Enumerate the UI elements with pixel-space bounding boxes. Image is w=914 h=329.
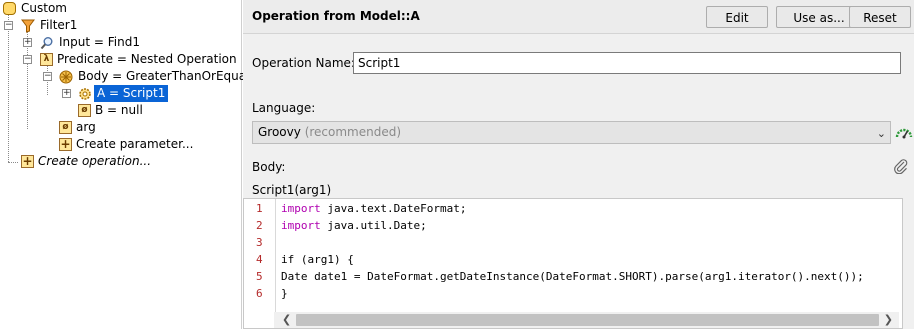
code-line: if (arg1) { — [281, 253, 354, 266]
filter-icon — [21, 19, 35, 33]
line-number: 3 — [256, 236, 263, 249]
line-number: 2 — [256, 219, 263, 232]
tree-guide-line — [8, 162, 18, 163]
tree-label-create-parameter: Create parameter... — [76, 137, 194, 151]
language-label: Language: — [252, 101, 316, 115]
edit-button[interactable]: Edit — [706, 6, 768, 28]
import-keyword: import — [281, 219, 321, 232]
operation-name-label: Operation Name: — [252, 56, 355, 70]
scroll-right-icon[interactable]: ❯ — [884, 312, 893, 328]
panel-header: Operation from Model::A Edit Use as... R… — [243, 0, 914, 34]
operation-name-input[interactable]: Script1 — [353, 52, 901, 74]
horizontal-scrollbar[interactable]: ❮ ❯ — [274, 312, 899, 328]
tree-item-predicate[interactable]: λ Predicate = Nested Operation — [40, 51, 237, 68]
tree-item-custom[interactable]: Custom — [3, 0, 67, 17]
code-text: java.util.Date; — [320, 219, 427, 232]
null-value-icon: ø — [59, 121, 72, 134]
tree-guide-line — [8, 14, 9, 162]
line-number: 5 — [256, 270, 263, 283]
expand-icon[interactable]: + — [62, 89, 71, 98]
collapse-icon[interactable]: − — [23, 55, 32, 64]
code-text: java.text.DateFormat; — [320, 202, 467, 215]
add-icon: + — [59, 137, 72, 151]
chevron-down-icon: ⌄ — [876, 127, 886, 140]
custom-node-icon — [3, 2, 16, 15]
tree-item-body[interactable]: Body = GreaterThanOrEquals1 — [59, 68, 263, 85]
tree-label-b: B = null — [95, 103, 143, 117]
line-number-gutter: 1 2 3 4 5 6 — [252, 199, 276, 312]
tree-label-custom: Custom — [21, 1, 67, 15]
collapse-icon[interactable]: − — [43, 72, 52, 81]
tree-item-arg[interactable]: ø arg — [59, 119, 96, 136]
scrollbar-thumb[interactable] — [296, 314, 879, 326]
operation-icon — [59, 70, 73, 83]
language-recommended-note: (recommended) — [304, 125, 402, 139]
tree-label-arg: arg — [76, 120, 96, 134]
collapse-icon[interactable]: − — [4, 21, 13, 30]
tree-item-b[interactable]: ø B = null — [78, 102, 143, 119]
script-gear-icon — [79, 87, 91, 100]
import-keyword: import — [281, 202, 321, 215]
tree-item-create-parameter[interactable]: + Create parameter... — [59, 136, 193, 153]
tree-item-a[interactable]: A = Script1 — [78, 85, 169, 102]
code-line: import java.text.DateFormat; — [281, 200, 466, 217]
line-number: 1 — [256, 202, 263, 215]
tree-item-create-operation[interactable]: + Create operation... — [21, 153, 151, 170]
signature-label: Script1(arg1) — [252, 183, 332, 197]
line-number: 6 — [256, 287, 263, 300]
tree-label-input: Input = Find1 — [59, 35, 140, 49]
tree-label-filter: Filter1 — [40, 18, 78, 32]
tree-item-filter[interactable]: Filter1 — [21, 17, 77, 34]
code-line: Date date1 = DateFormat.getDateInstance(… — [281, 270, 864, 283]
language-value: Groovy — [258, 125, 301, 139]
scroll-left-icon[interactable]: ❮ — [282, 312, 291, 328]
language-select[interactable]: Groovy (recommended) ⌄ — [252, 121, 891, 144]
gauge-icon[interactable] — [895, 124, 913, 140]
tree-label-body: Body = GreaterThanOrEquals1 — [78, 69, 264, 83]
lambda-icon: λ — [40, 53, 53, 66]
add-icon: + — [21, 154, 34, 168]
expand-icon[interactable]: + — [23, 38, 32, 47]
search-icon — [40, 36, 53, 49]
paperclip-icon[interactable] — [893, 158, 909, 174]
reset-button[interactable]: Reset — [849, 6, 911, 28]
operation-panel: Operation from Model::A Edit Use as... R… — [243, 0, 914, 329]
null-value-icon: ø — [78, 104, 91, 117]
tree-label-create-operation: Create operation... — [38, 154, 152, 168]
tree-item-input[interactable]: Input = Find1 — [40, 34, 140, 51]
code-line: import java.util.Date; — [281, 217, 427, 234]
tree-label-a: A = Script1 — [94, 85, 169, 102]
panel-title: Operation from Model::A — [252, 9, 420, 23]
tree-label-predicate: Predicate = Nested Operation — [57, 52, 237, 66]
model-tree: Custom − Filter1 + Input = Find1 − λ Pre… — [0, 0, 263, 329]
code-editor[interactable]: 1 2 3 4 5 6 import java.text.DateFormat;… — [243, 198, 903, 329]
code-line: } — [281, 287, 288, 300]
body-label: Body: — [252, 160, 286, 174]
line-number: 4 — [256, 253, 263, 266]
